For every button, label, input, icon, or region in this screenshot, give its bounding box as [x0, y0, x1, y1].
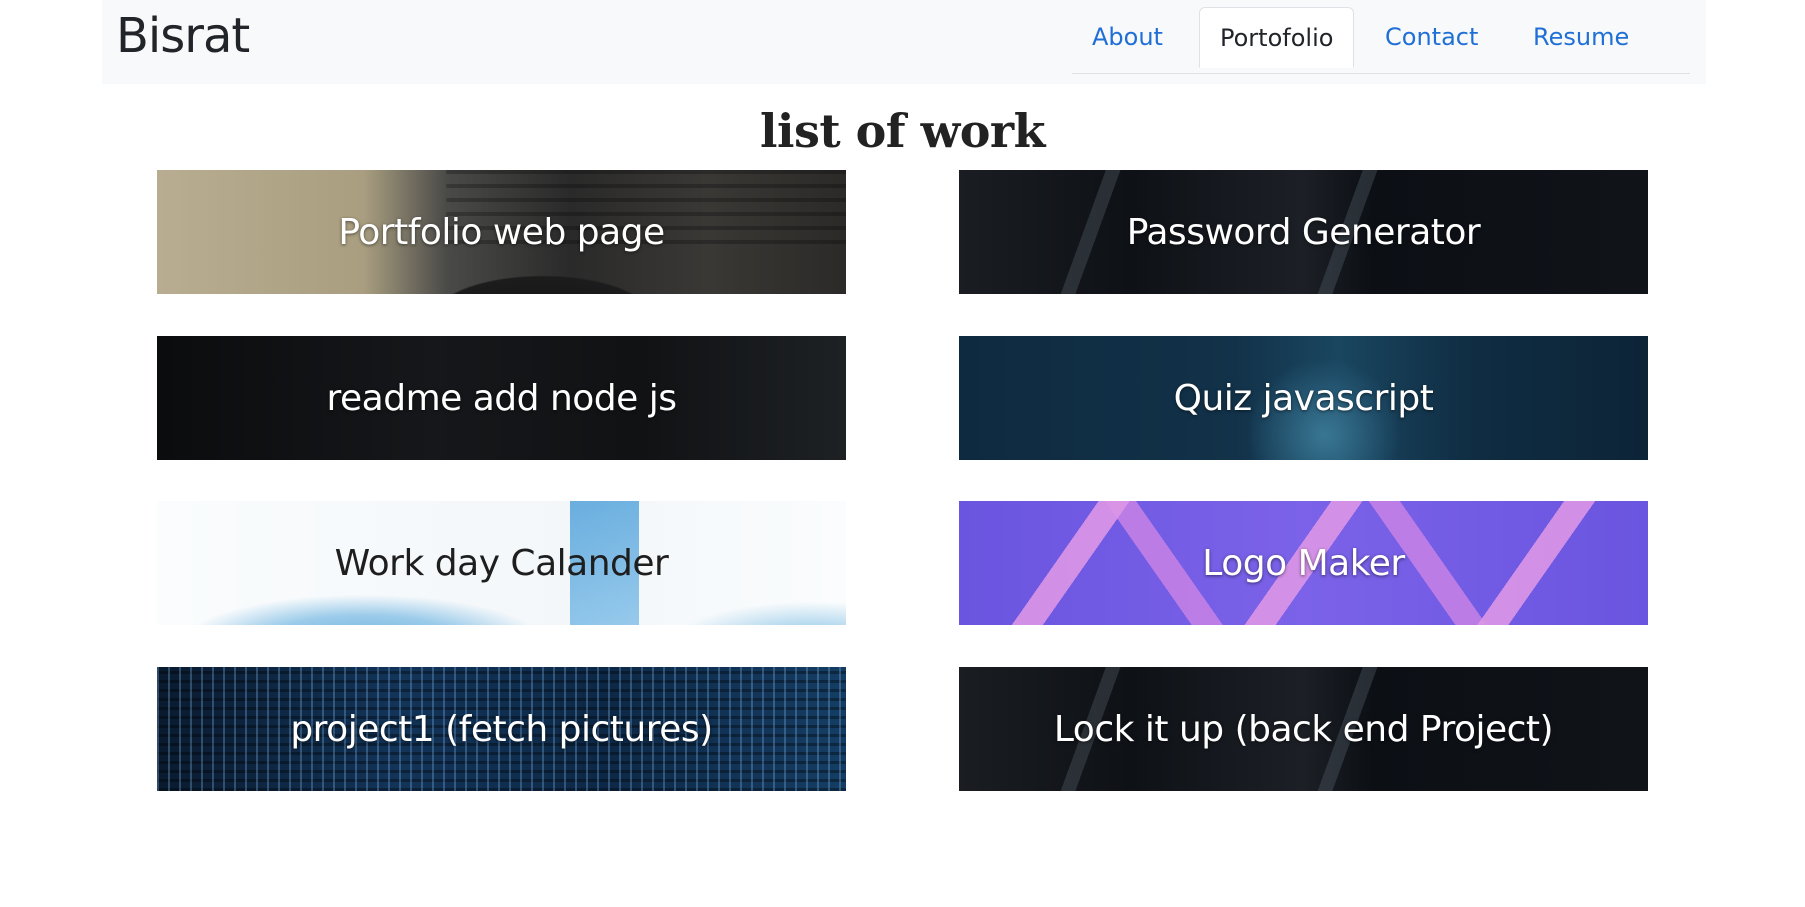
tab-contact[interactable]: Contact — [1365, 7, 1498, 67]
page-title: list of work — [760, 104, 1045, 158]
project-card-portfolio[interactable]: Portfolio web page — [157, 170, 846, 294]
navbar: Bisrat About Portofolio Contact Resume — [102, 0, 1706, 84]
project-card-password-generator[interactable]: Password Generator — [959, 170, 1648, 294]
project-card-title: Password Generator — [1126, 211, 1481, 253]
project-card-title: Lock it up (back end Project) — [1053, 708, 1554, 750]
project-card-title: readme add node js — [326, 377, 677, 419]
project-card-project1[interactable]: project1 (fetch pictures) — [157, 667, 846, 791]
project-card-title: Work day Calander — [334, 542, 669, 584]
project-card-readme[interactable]: readme add node js — [157, 336, 846, 460]
project-card-title: Portfolio web page — [338, 211, 665, 253]
project-card-lock-it-up[interactable]: Lock it up (back end Project) — [959, 667, 1648, 791]
project-card-title: Logo Maker — [1202, 542, 1405, 584]
tab-resume[interactable]: Resume — [1513, 7, 1649, 67]
nav-tabs: About Portofolio Contact Resume — [1072, 7, 1690, 74]
brand-logo[interactable]: Bisrat — [116, 6, 250, 66]
tab-portofolio[interactable]: Portofolio — [1199, 7, 1355, 68]
tab-about[interactable]: About — [1072, 7, 1183, 67]
project-card-quiz[interactable]: Quiz javascript — [959, 336, 1648, 460]
project-card-logo-maker[interactable]: Logo Maker — [959, 501, 1648, 625]
project-card-title: project1 (fetch pictures) — [290, 708, 713, 750]
project-card-title: Quiz javascript — [1173, 377, 1434, 419]
project-card-workday[interactable]: Work day Calander — [157, 501, 846, 625]
